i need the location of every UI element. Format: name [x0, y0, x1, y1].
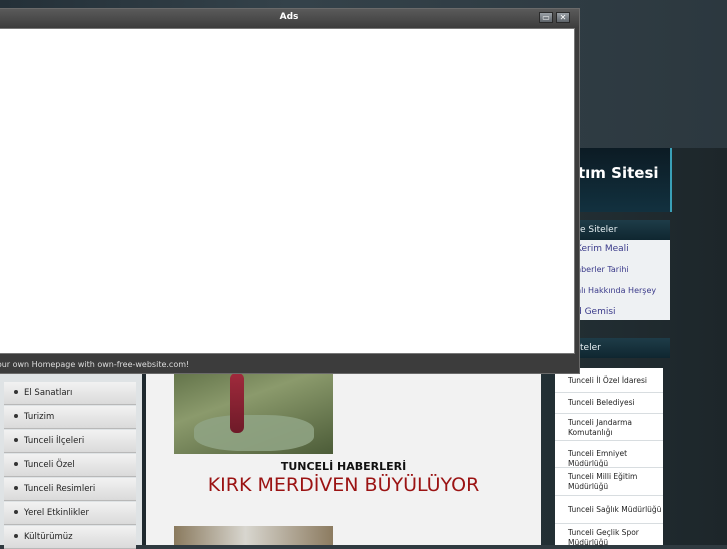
- close-button[interactable]: ✕: [556, 12, 570, 23]
- bullet-icon: [14, 462, 18, 466]
- divider: [555, 467, 663, 468]
- divider: [555, 413, 663, 414]
- divider: [555, 523, 663, 524]
- menu-item[interactable]: Turizim: [4, 406, 136, 429]
- bullet-icon: [14, 414, 18, 418]
- list-item[interactable]: Tunceli Belediyesi: [568, 398, 663, 408]
- bullet-icon: [14, 438, 18, 442]
- bullet-icon: [14, 534, 18, 538]
- sidebar-link[interactable]: d Gemisi: [576, 307, 616, 317]
- popup-titlebar[interactable]: Ads ▭ ✕: [0, 9, 579, 27]
- restore-button[interactable]: ▭: [539, 12, 553, 23]
- divider: [555, 495, 663, 496]
- ads-popup-window: Ads ▭ ✕ Your own Homepage with own-free-…: [0, 8, 580, 374]
- list-item[interactable]: Tunceli İl Özel İdaresi: [568, 376, 663, 386]
- left-menu: El Sanatları Turizim Tunceli İlçeleri Tu…: [4, 370, 136, 549]
- news-image[interactable]: [174, 365, 333, 454]
- footer-link[interactable]: Your own Homepage with own-free-website.…: [0, 360, 189, 369]
- list-item[interactable]: Tunceli Jandarma Komutanlığı: [568, 418, 663, 438]
- list-item[interactable]: Tunceli Sağlık Müdürlüğü: [568, 505, 663, 515]
- sidebar-link[interactable]: nberler Tarihi: [576, 265, 629, 274]
- site-title: tım Sitesi: [578, 164, 659, 182]
- menu-item[interactable]: Tunceli Özel: [4, 454, 136, 477]
- news-image[interactable]: [174, 526, 333, 545]
- menu-item[interactable]: Yerel Etkinlikler: [4, 502, 136, 525]
- menu-item[interactable]: Tunceli Resimleri: [4, 478, 136, 501]
- sidebar-link[interactable]: nlı Hakkında Herşey: [576, 286, 656, 295]
- bullet-icon: [14, 486, 18, 490]
- popup-title: Ads: [279, 12, 299, 22]
- sidebar-institution-list: Tunceli İl Özel İdaresi Tunceli Belediye…: [555, 368, 663, 548]
- list-item[interactable]: Tunceli Emniyet Müdürlüğü: [568, 449, 663, 469]
- menu-item[interactable]: Tunceli İlçeleri: [4, 430, 136, 453]
- popup-footer: Your own Homepage with own-free-website.…: [0, 358, 579, 372]
- news-headline-link[interactable]: KIRK MERDİVEN BÜYÜLÜYOR: [146, 474, 541, 496]
- divider: [555, 440, 663, 441]
- bullet-icon: [14, 510, 18, 514]
- bullet-icon: [14, 390, 18, 394]
- sidebar-link[interactable]: Kerim Meali: [576, 244, 629, 254]
- divider: [555, 392, 663, 393]
- list-item[interactable]: Tunceli Geçlik Spor Müdürlüğü: [568, 528, 663, 548]
- menu-item[interactable]: Kültürümüz: [4, 526, 136, 549]
- list-item[interactable]: Tunceli Milli Eğitim Müdürlüğü: [568, 472, 663, 492]
- ad-content-area[interactable]: [0, 28, 575, 354]
- menu-item[interactable]: El Sanatları: [4, 382, 136, 405]
- news-section-heading: TUNCELİ HABERLERİ: [280, 460, 407, 473]
